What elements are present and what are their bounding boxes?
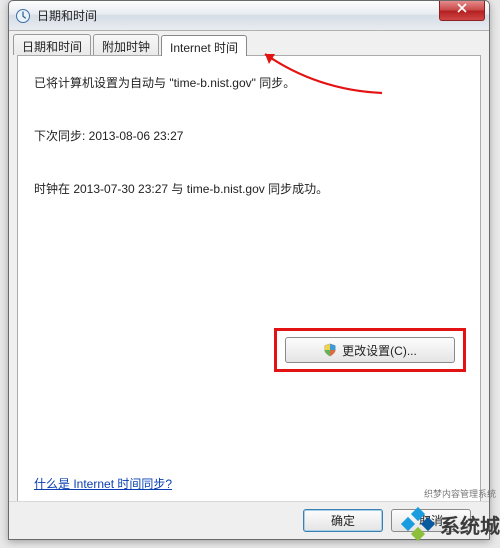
close-button[interactable] [439,1,485,21]
watermark-subtext: 织梦内容管理系统 [424,487,496,500]
tab-additional-clocks[interactable]: 附加时钟 [93,34,159,55]
dialog-footer: 确定 取消 [9,501,489,539]
ok-button[interactable]: 确定 [303,509,383,532]
help-link-internet-time[interactable]: 什么是 Internet 时间同步? [34,475,172,492]
last-sync-status-text: 时钟在 2013-07-30 23:27 与 time-b.nist.gov 同… [34,180,464,199]
tab-date-time[interactable]: 日期和时间 [13,34,91,55]
change-settings-button[interactable]: 更改设置(C)... [285,337,455,363]
clock-icon [15,8,31,24]
uac-shield-icon [323,343,337,357]
sync-config-text: 已将计算机设置为自动与 "time-b.nist.gov" 同步。 [34,74,464,93]
annotation-highlight-box: 更改设置(C)... [274,328,466,372]
panel-content: 已将计算机设置为自动与 "time-b.nist.gov" 同步。 下次同步: … [18,56,480,218]
tabstrip: 日期和时间 附加时钟 Internet 时间 [13,34,249,55]
window-title: 日期和时间 [37,7,97,24]
window-controls [439,1,489,21]
tab-panel-internet-time: 已将计算机设置为自动与 "time-b.nist.gov" 同步。 下次同步: … [17,55,481,507]
tab-label: 附加时钟 [102,40,150,54]
tab-label: 日期和时间 [22,40,82,54]
cancel-button[interactable]: 取消 [391,509,471,532]
tab-internet-time[interactable]: Internet 时间 [161,35,247,56]
tab-container: 日期和时间 附加时钟 Internet 时间 已将计算机设置为自动与 "time… [9,55,489,507]
titlebar[interactable]: 日期和时间 [9,1,489,31]
tab-label: Internet 时间 [170,41,238,55]
change-settings-label: 更改设置(C)... [342,342,417,359]
date-time-dialog: 日期和时间 日期和时间 附加时钟 Internet 时间 已将计算机设置为自动与… [8,0,490,540]
next-sync-text: 下次同步: 2013-08-06 23:27 [34,127,464,146]
